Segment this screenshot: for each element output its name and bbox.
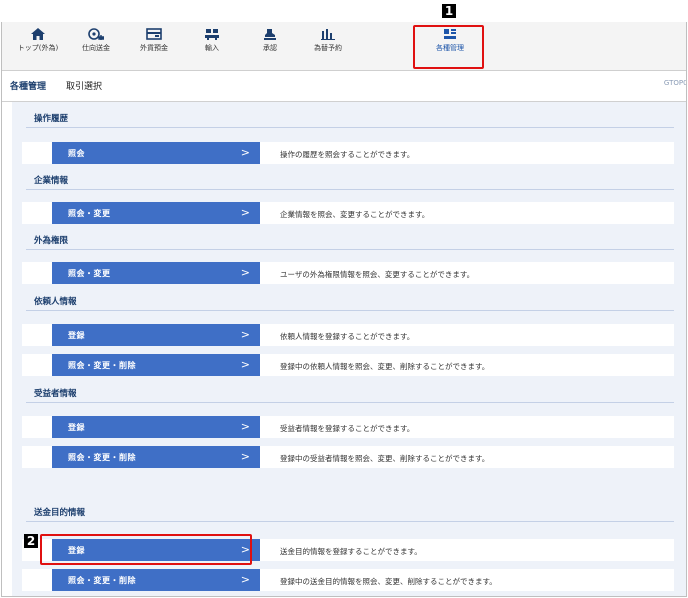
nav-item-top[interactable]: トップ(外為) [12,26,64,66]
nav-item-approval[interactable]: 承認 [244,26,296,66]
row-description: 企業情報を照会、変更することができます。 [280,210,430,219]
nav-item-foreign-deposit[interactable]: 外貨預金 [128,26,180,66]
chevron-right-icon: > [240,266,250,279]
row-description: ユーザの外為権限情報を照会、変更することができます。 [280,270,475,279]
operation-history-inquiry-button[interactable]: 照会 > [52,142,260,164]
chevron-right-icon: > [240,206,250,219]
chevron-right-icon: > [240,358,250,371]
chevron-right-icon: > [240,420,250,433]
page-subtitle: 取引選択 [66,82,103,92]
list-item: 照会・変更・削除 > 登録中の受益者情報を照会、変更、削除することができます。 [22,446,674,468]
button-label: 登録 [68,423,85,432]
page-title: 各種管理 [10,82,47,92]
row-description: 受益者情報を登録することができます。 [280,424,415,433]
row-description: 送金目的情報を登録することができます。 [280,547,422,556]
chevron-right-icon: > [240,146,250,159]
button-label: 照会 [68,149,85,158]
callout-marker-2: 2 [24,534,38,548]
applicant-edit-delete-button[interactable]: 照会・変更・削除 > [52,354,260,376]
nav-label-management: 各種管理 [436,44,464,52]
fx-permissions-edit-button[interactable]: 照会・変更 > [52,262,260,284]
app-window: トップ(外為) 仕向送金 外貨預金 輸入 承認 為替予約 各種管理 各種管理 取… [1,22,687,597]
exchange-contract-icon [321,29,335,40]
beneficiary-register-button[interactable]: 登録 > [52,416,260,438]
section-title-remittance-purpose-info: 送金目的情報 [34,508,86,518]
nav-item-exchange-contract[interactable]: 為替予約 [302,26,354,66]
row-description: 登録中の送金目的情報を照会、変更、削除することができます。 [280,577,497,586]
section-title-operation-history: 操作履歴 [34,114,69,124]
row-description: 登録中の依頼人情報を照会、変更、削除することができます。 [280,362,490,371]
management-icon [444,29,456,39]
global-nav: トップ(外為) 仕向送金 外貨預金 輸入 承認 為替予約 各種管理 [2,22,686,71]
button-label: 照会・変更・削除 [68,576,136,585]
chevron-right-icon: > [240,543,250,556]
callout-marker-1: 1 [442,4,456,18]
button-label: 照会・変更・削除 [68,453,136,462]
nav-label-top: トップ(外為) [17,44,59,52]
button-label: 照会・変更・削除 [68,361,136,370]
row-description: 操作の履歴を照会することができます。 [280,150,415,159]
button-label: 照会・変更 [68,209,111,218]
section-divider [26,402,674,403]
list-item: 登録 > 受益者情報を登録することができます。 [22,416,674,438]
button-label: 登録 [68,331,85,340]
beneficiary-edit-delete-button[interactable]: 照会・変更・削除 > [52,446,260,468]
list-item: 照会・変更 > 企業情報を照会、変更することができます。 [22,202,674,224]
chevron-right-icon: > [240,450,250,463]
chevron-right-icon: > [240,573,250,586]
section-divider [26,310,674,311]
nav-label-outward-remittance: 仕向送金 [82,44,110,52]
remittance-purpose-register-button[interactable]: 登録 > [52,539,260,561]
nav-item-outward-remittance[interactable]: 仕向送金 [70,26,122,66]
section-divider [26,189,674,190]
home-icon [31,28,45,40]
transaction-selection-panel: 操作履歴 照会 > 操作の履歴を照会することができます。 企業情報 照会・変更 … [12,102,686,596]
list-item: 照会 > 操作の履歴を照会することができます。 [22,142,674,164]
section-title-company-info: 企業情報 [34,176,69,186]
import-icon [205,29,219,40]
nav-item-management[interactable]: 各種管理 [424,26,476,66]
nav-item-import[interactable]: 輸入 [186,26,238,66]
section-title-fx-permissions: 外為権限 [34,236,69,246]
nav-label-import: 輸入 [205,44,219,52]
row-description: 依頼人情報を登録することができます。 [280,332,415,341]
chevron-right-icon: > [240,328,250,341]
foreign-deposit-icon [146,28,162,40]
nav-label-approval: 承認 [263,44,277,52]
remittance-purpose-edit-delete-button[interactable]: 照会・変更・削除 > [52,569,260,591]
section-divider [26,249,674,250]
nav-label-exchange-contract: 為替予約 [314,44,342,52]
section-title-applicant-info: 依頼人情報 [34,297,77,307]
screen-id: GTOP07 [663,79,686,87]
list-item: 登録 > 送金目的情報を登録することができます。 [22,539,674,561]
outward-remittance-icon [88,28,104,40]
applicant-register-button[interactable]: 登録 > [52,324,260,346]
nav-label-foreign-deposit: 外貨預金 [140,44,168,52]
list-item: 照会・変更・削除 > 登録中の依頼人情報を照会、変更、削除することができます。 [22,354,674,376]
list-item: 登録 > 依頼人情報を登録することができます。 [22,324,674,346]
list-item: 照会・変更・削除 > 登録中の送金目的情報を照会、変更、削除することができます。 [22,569,674,591]
approval-icon [264,29,276,40]
section-divider [26,521,674,522]
section-title-beneficiary-info: 受益者情報 [34,389,77,399]
list-item: 照会・変更 > ユーザの外為権限情報を照会、変更することができます。 [22,262,674,284]
row-description: 登録中の受益者情報を照会、変更、削除することができます。 [280,454,490,463]
button-label: 照会・変更 [68,269,111,278]
section-divider [26,127,674,128]
breadcrumb: 各種管理 取引選択 GTOP07 [2,71,686,102]
button-label: 登録 [68,546,85,555]
company-info-edit-button[interactable]: 照会・変更 > [52,202,260,224]
